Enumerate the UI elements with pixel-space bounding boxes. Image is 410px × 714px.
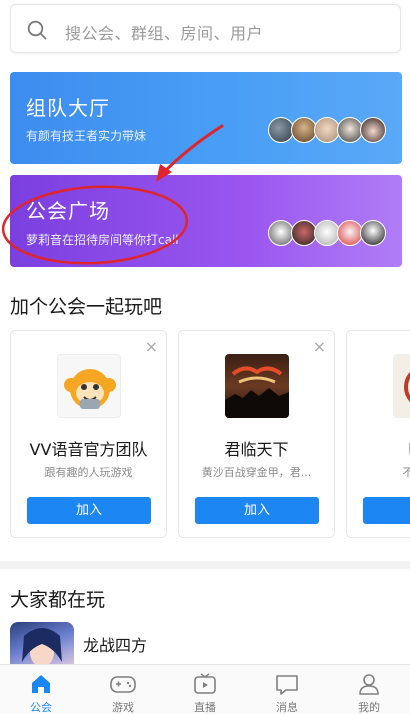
tab-label: 公会: [30, 701, 52, 714]
search-input[interactable]: 搜公会、群组、房间、用户: [10, 4, 401, 53]
tv-icon: [194, 673, 216, 694]
gamepad-icon: [110, 676, 136, 693]
message-icon: [276, 675, 298, 695]
close-icon[interactable]: ×: [145, 337, 158, 356]
game-list-item[interactable]: 龙战四方: [10, 620, 400, 672]
monkey-mascot-icon: [57, 354, 121, 418]
search-area: 搜公会、群组、房间、用户: [0, 0, 410, 60]
guild-square-banner[interactable]: 公会广场 萝莉音在招待房间等你打call: [10, 175, 402, 267]
guild-desc: 黄沙百战穿金甲，君...: [201, 466, 312, 479]
search-icon: [27, 20, 47, 40]
guild-logo-icon: [393, 354, 410, 418]
guild-square-avatars: [268, 220, 386, 246]
home-icon: [32, 675, 50, 693]
tab-label: 消息: [276, 701, 298, 714]
bottom-nav: 公会 游戏 直播 消息 我的: [0, 664, 410, 714]
guild-card[interactable]: × VV语音官方团队 跟有趣的人玩游戏 加入: [10, 330, 167, 538]
user-icon: [359, 674, 379, 695]
tab-guild[interactable]: 公会: [0, 665, 82, 714]
avatar: [360, 117, 386, 143]
tab-message[interactable]: 消息: [246, 665, 328, 714]
guild-card[interactable]: × 唯初 不忘初心 加入: [346, 330, 410, 538]
guild-desc: 不忘初心: [402, 466, 410, 479]
team-hall-subtitle: 有颜有技王者实力带妹: [26, 129, 147, 143]
tab-label: 直播: [194, 701, 216, 714]
everyone-playing-heading: 大家都在玩: [10, 589, 106, 611]
guild-name: VV语音官方团队: [29, 440, 148, 459]
tab-me[interactable]: 我的: [328, 665, 410, 714]
junlin-logo-icon: [225, 354, 289, 418]
tab-label: 游戏: [112, 701, 134, 714]
guild-name: 君临天下: [224, 440, 289, 459]
guild-card-carousel[interactable]: × VV语音官方团队 跟有趣的人玩游戏 加入 × 君临天下 黄沙百战穿金甲，君.…: [10, 330, 410, 538]
tab-label: 我的: [358, 701, 380, 714]
guild-desc: 跟有趣的人玩游戏: [44, 466, 133, 479]
guild-home-screen: 搜公会、群组、房间、用户 组队大厅 有颜有技王者实力带妹 公会广场 萝莉音在招待…: [0, 0, 410, 714]
join-guild-heading: 加个公会一起玩吧: [10, 296, 163, 318]
game-name: 龙战四方: [83, 636, 148, 655]
tab-live[interactable]: 直播: [164, 665, 246, 714]
team-hall-title: 组队大厅: [26, 96, 110, 120]
section-divider: [0, 561, 410, 569]
close-icon[interactable]: ×: [313, 337, 326, 356]
join-button[interactable]: 加入: [195, 497, 319, 524]
guild-square-title: 公会广场: [26, 199, 110, 223]
avatar: [360, 220, 386, 246]
tab-game[interactable]: 游戏: [82, 665, 164, 714]
team-hall-banner[interactable]: 组队大厅 有颜有技王者实力带妹: [10, 72, 402, 164]
join-button[interactable]: 加入: [27, 497, 151, 524]
team-hall-avatars: [268, 117, 386, 143]
guild-square-subtitle: 萝莉音在招待房间等你打call: [26, 233, 179, 247]
join-button[interactable]: 加入: [363, 497, 410, 524]
guild-name: 唯初: [347, 436, 410, 460]
search-placeholder: 搜公会、群组、房间、用户: [65, 24, 264, 43]
guild-card[interactable]: × 君临天下 黄沙百战穿金甲，君... 加入: [178, 330, 335, 538]
